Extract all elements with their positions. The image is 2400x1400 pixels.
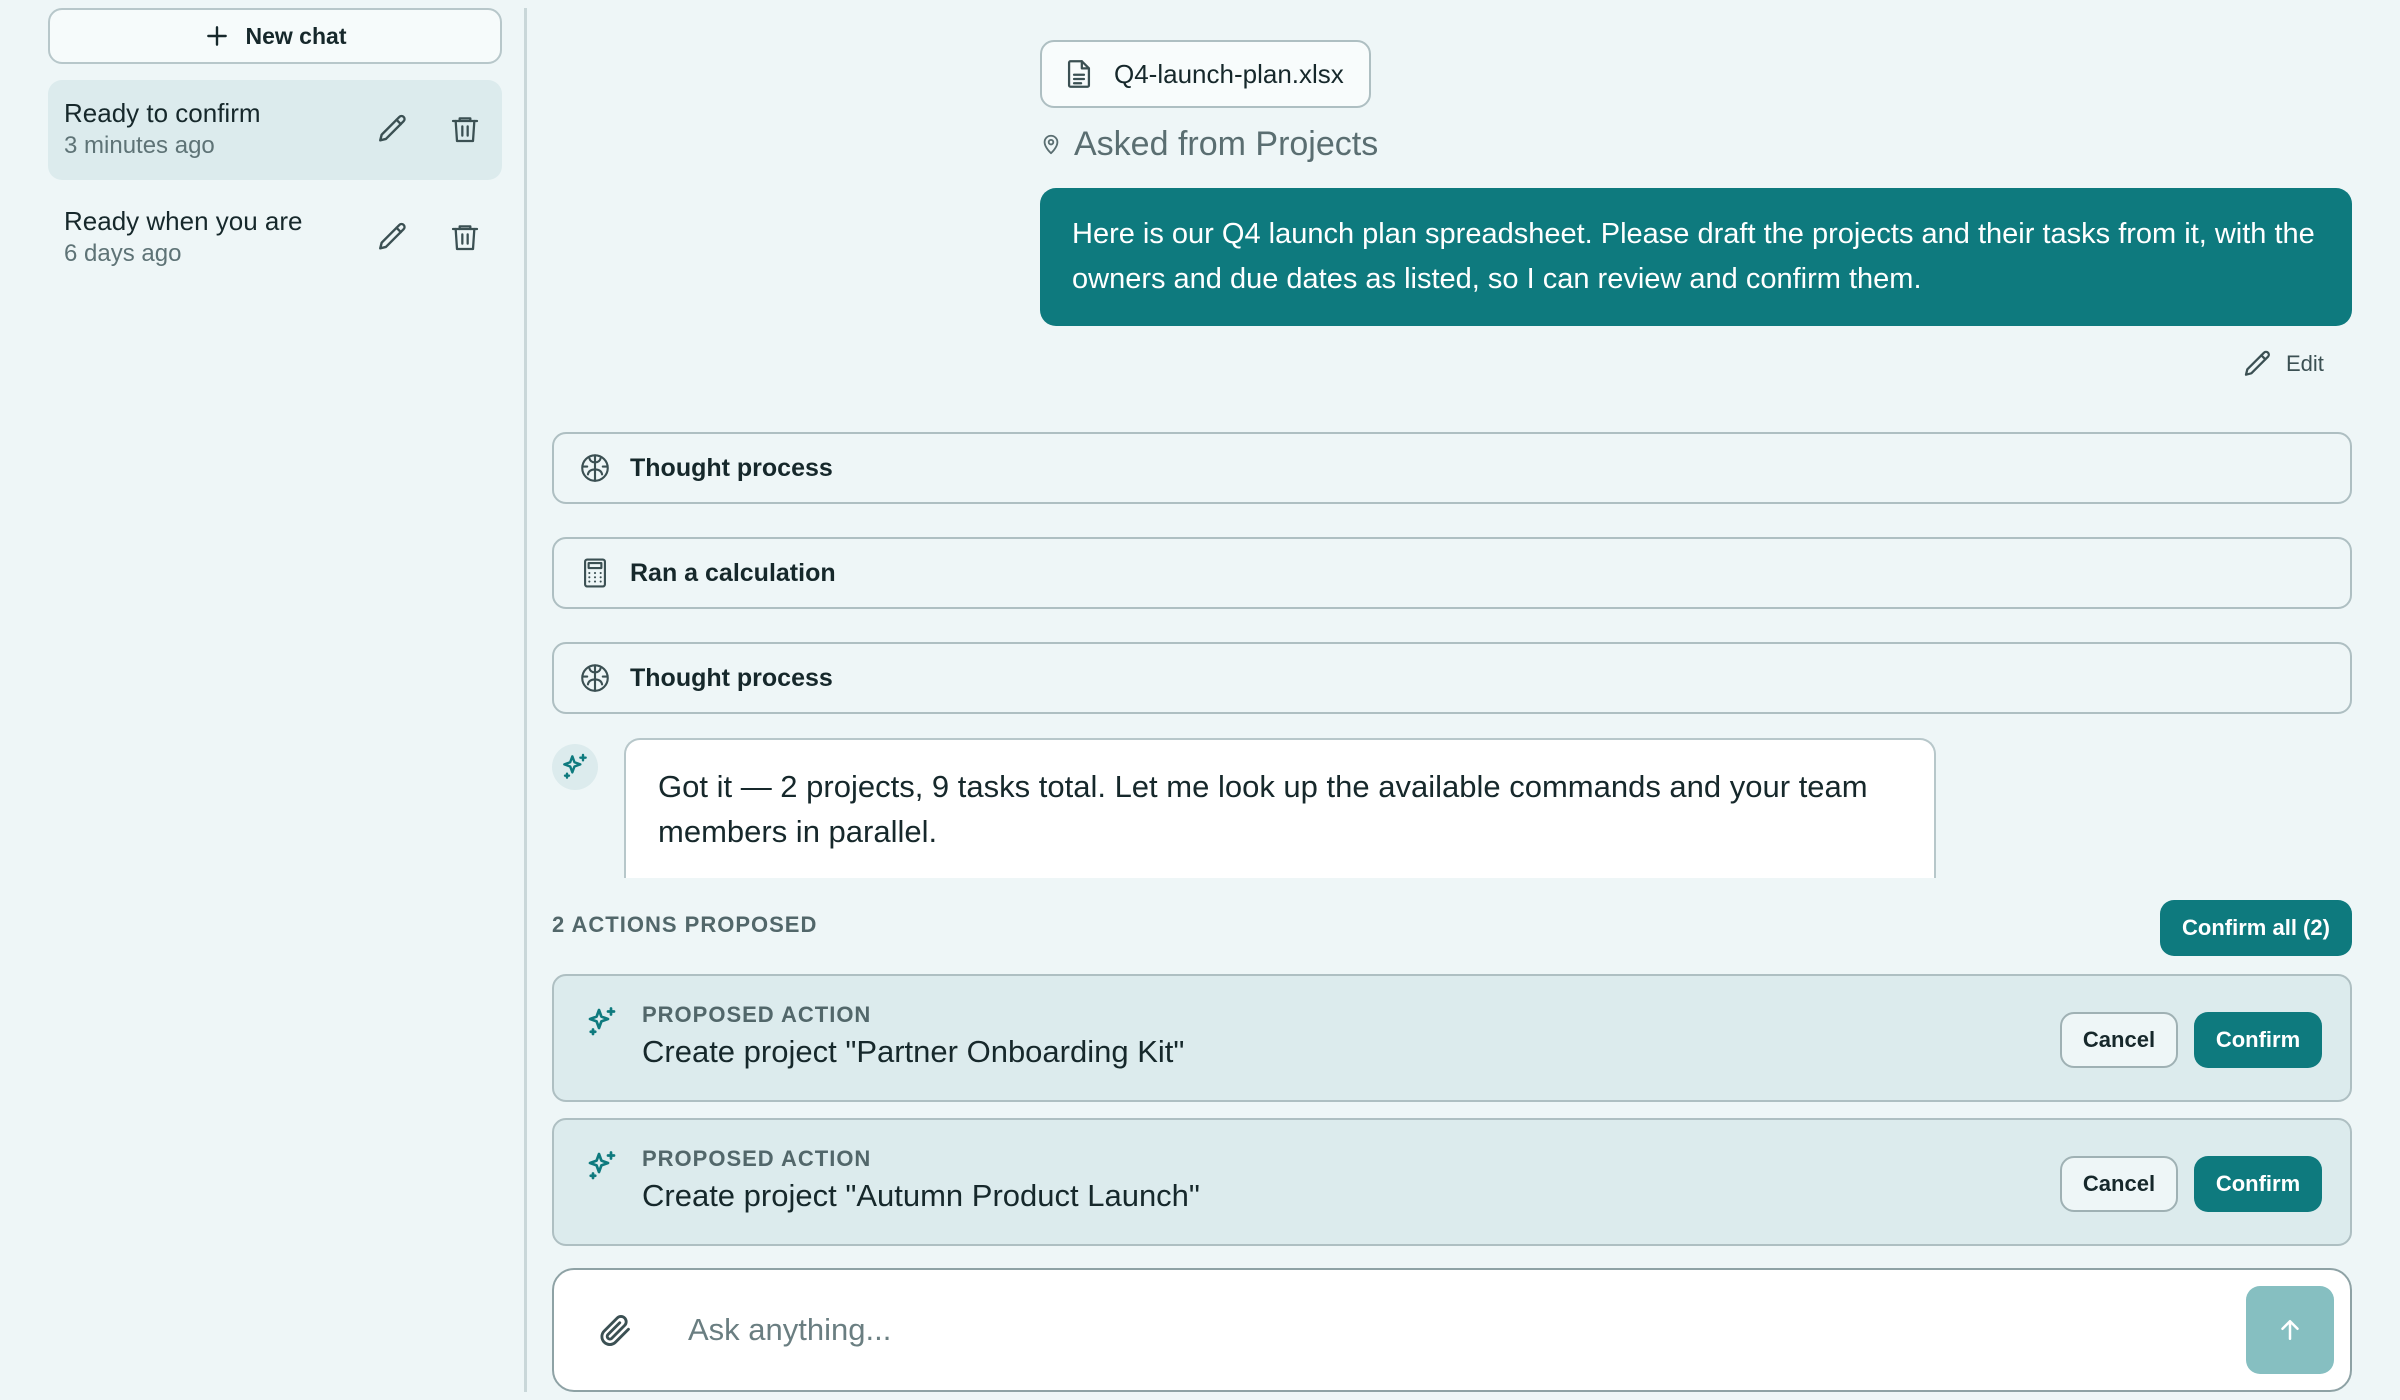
- rename-chat-button[interactable]: [372, 216, 414, 258]
- asked-from: Asked from Projects: [1040, 122, 1378, 166]
- asked-from-label: Asked from Projects: [1074, 124, 1379, 163]
- action-title: Create project "Autumn Product Launch": [642, 1178, 1200, 1213]
- map-pin-icon: [1040, 132, 1062, 156]
- sparkles-icon: [584, 1004, 620, 1040]
- chat-item[interactable]: Ready when you are 6 days ago: [48, 188, 502, 288]
- confirm-button[interactable]: Confirm: [2194, 1156, 2322, 1212]
- step-label: Thought process: [630, 663, 833, 692]
- delete-chat-button[interactable]: [444, 216, 486, 258]
- assistant-avatar: [552, 744, 598, 790]
- sidebar-divider: [524, 8, 527, 1392]
- new-chat-label: New chat: [245, 22, 347, 49]
- sidebar: New chat Ready to confirm 3 minutes ago …: [0, 0, 526, 1400]
- proposed-action-card: PROPOSED ACTION Create project "Partner …: [552, 974, 2352, 1102]
- proposed-action-card: PROPOSED ACTION Create project "Autumn P…: [552, 1118, 2352, 1246]
- paperclip-icon[interactable]: [596, 1310, 634, 1350]
- action-title: Create project "Partner Onboarding Kit": [642, 1034, 1185, 1069]
- brain-icon: [578, 451, 612, 485]
- brain-icon: [578, 661, 612, 695]
- step-label: Ran a calculation: [630, 558, 836, 587]
- step-label: Thought process: [630, 453, 833, 482]
- cancel-button[interactable]: Cancel: [2060, 1156, 2178, 1212]
- thought-process-toggle[interactable]: Thought process: [552, 432, 2352, 504]
- chat-actions: [372, 216, 486, 258]
- rename-chat-button[interactable]: [372, 108, 414, 150]
- user-message: Here is our Q4 launch plan spreadsheet. …: [1040, 188, 2352, 326]
- actions-header: 2 ACTIONS PROPOSED: [552, 912, 818, 937]
- send-button[interactable]: [2246, 1286, 2334, 1374]
- thought-process-toggle[interactable]: Thought process: [552, 642, 2352, 714]
- delete-chat-button[interactable]: [444, 108, 486, 150]
- pencil-icon: [376, 112, 410, 146]
- new-chat-button[interactable]: New chat: [48, 8, 502, 64]
- chat-item[interactable]: Ready to confirm 3 minutes ago: [48, 80, 502, 180]
- trash-icon: [449, 113, 481, 145]
- attachment-filename: Q4-launch-plan.xlsx: [1114, 58, 1344, 89]
- pencil-icon: [2242, 348, 2274, 380]
- action-kicker: PROPOSED ACTION: [642, 1002, 872, 1027]
- attachment-chip[interactable]: Q4-launch-plan.xlsx: [1040, 40, 1371, 108]
- confirm-all-button[interactable]: Confirm all (2): [2160, 900, 2352, 956]
- edit-label: Edit: [2286, 351, 2324, 376]
- composer: [552, 1268, 2352, 1392]
- assistant-message: Got it — 2 projects, 9 tasks total. Let …: [624, 738, 1936, 878]
- action-kicker: PROPOSED ACTION: [642, 1146, 872, 1171]
- confirm-button[interactable]: Confirm: [2194, 1012, 2322, 1068]
- plus-icon: [204, 23, 230, 49]
- trash-icon: [449, 221, 481, 253]
- sparkles-icon: [559, 751, 591, 783]
- pencil-icon: [376, 220, 410, 254]
- message-input[interactable]: [688, 1300, 2188, 1360]
- edit-message-button[interactable]: Edit: [2242, 344, 2324, 384]
- cancel-button[interactable]: Cancel: [2060, 1012, 2178, 1068]
- chat-actions: [372, 108, 486, 150]
- calculator-icon: [578, 556, 612, 590]
- calculation-toggle[interactable]: Ran a calculation: [552, 537, 2352, 609]
- arrow-up-icon: [2275, 1315, 2305, 1345]
- sparkles-icon: [584, 1148, 620, 1184]
- file-icon: [1062, 56, 1096, 92]
